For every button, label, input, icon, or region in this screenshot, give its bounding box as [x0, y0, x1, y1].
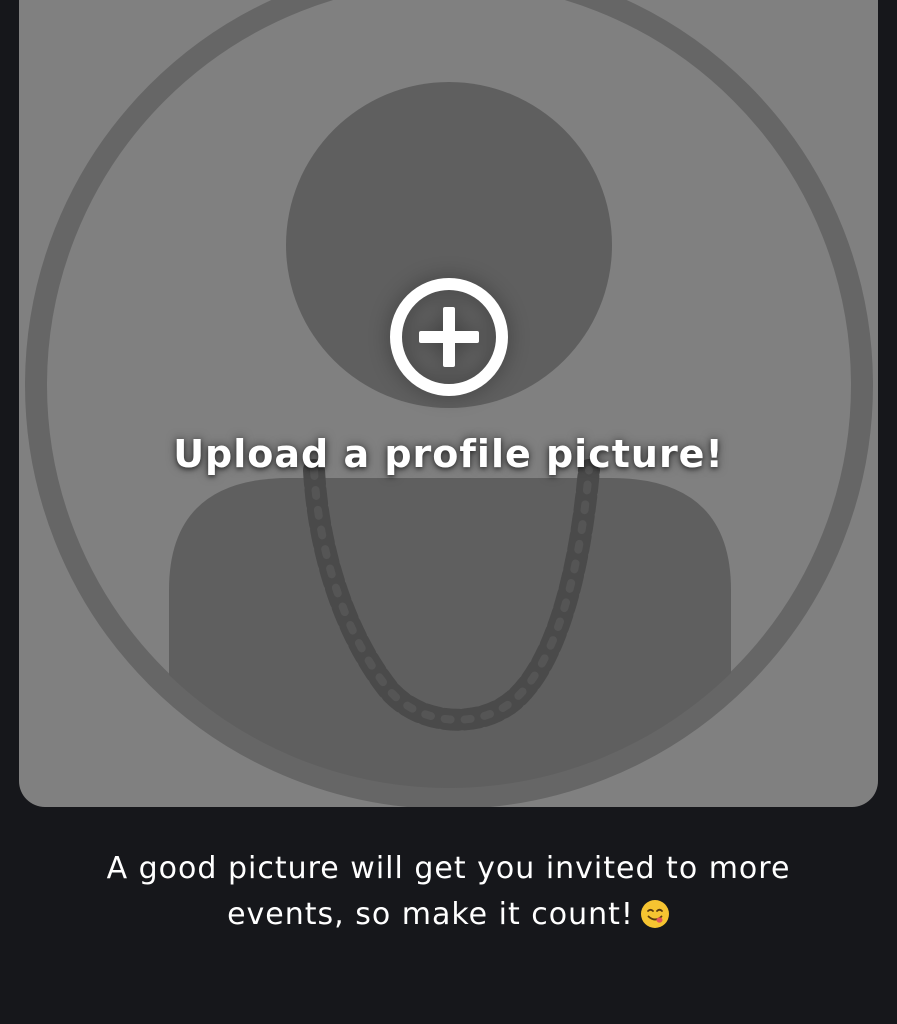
- yum-face-emoji-icon: [640, 900, 669, 928]
- upload-label[interactable]: Upload a profile picture!: [19, 432, 878, 476]
- person-placeholder-icon: [25, 0, 873, 807]
- profile-picture-screen: Upload a profile picture! A good picture…: [0, 0, 897, 1024]
- hint-text: A good picture will get you invited to m…: [106, 851, 791, 932]
- profile-picture-hint: A good picture will get you invited to m…: [60, 846, 837, 938]
- profile-picture-upload-area[interactable]: Upload a profile picture!: [19, 0, 878, 807]
- plus-circle-icon[interactable]: [388, 276, 510, 398]
